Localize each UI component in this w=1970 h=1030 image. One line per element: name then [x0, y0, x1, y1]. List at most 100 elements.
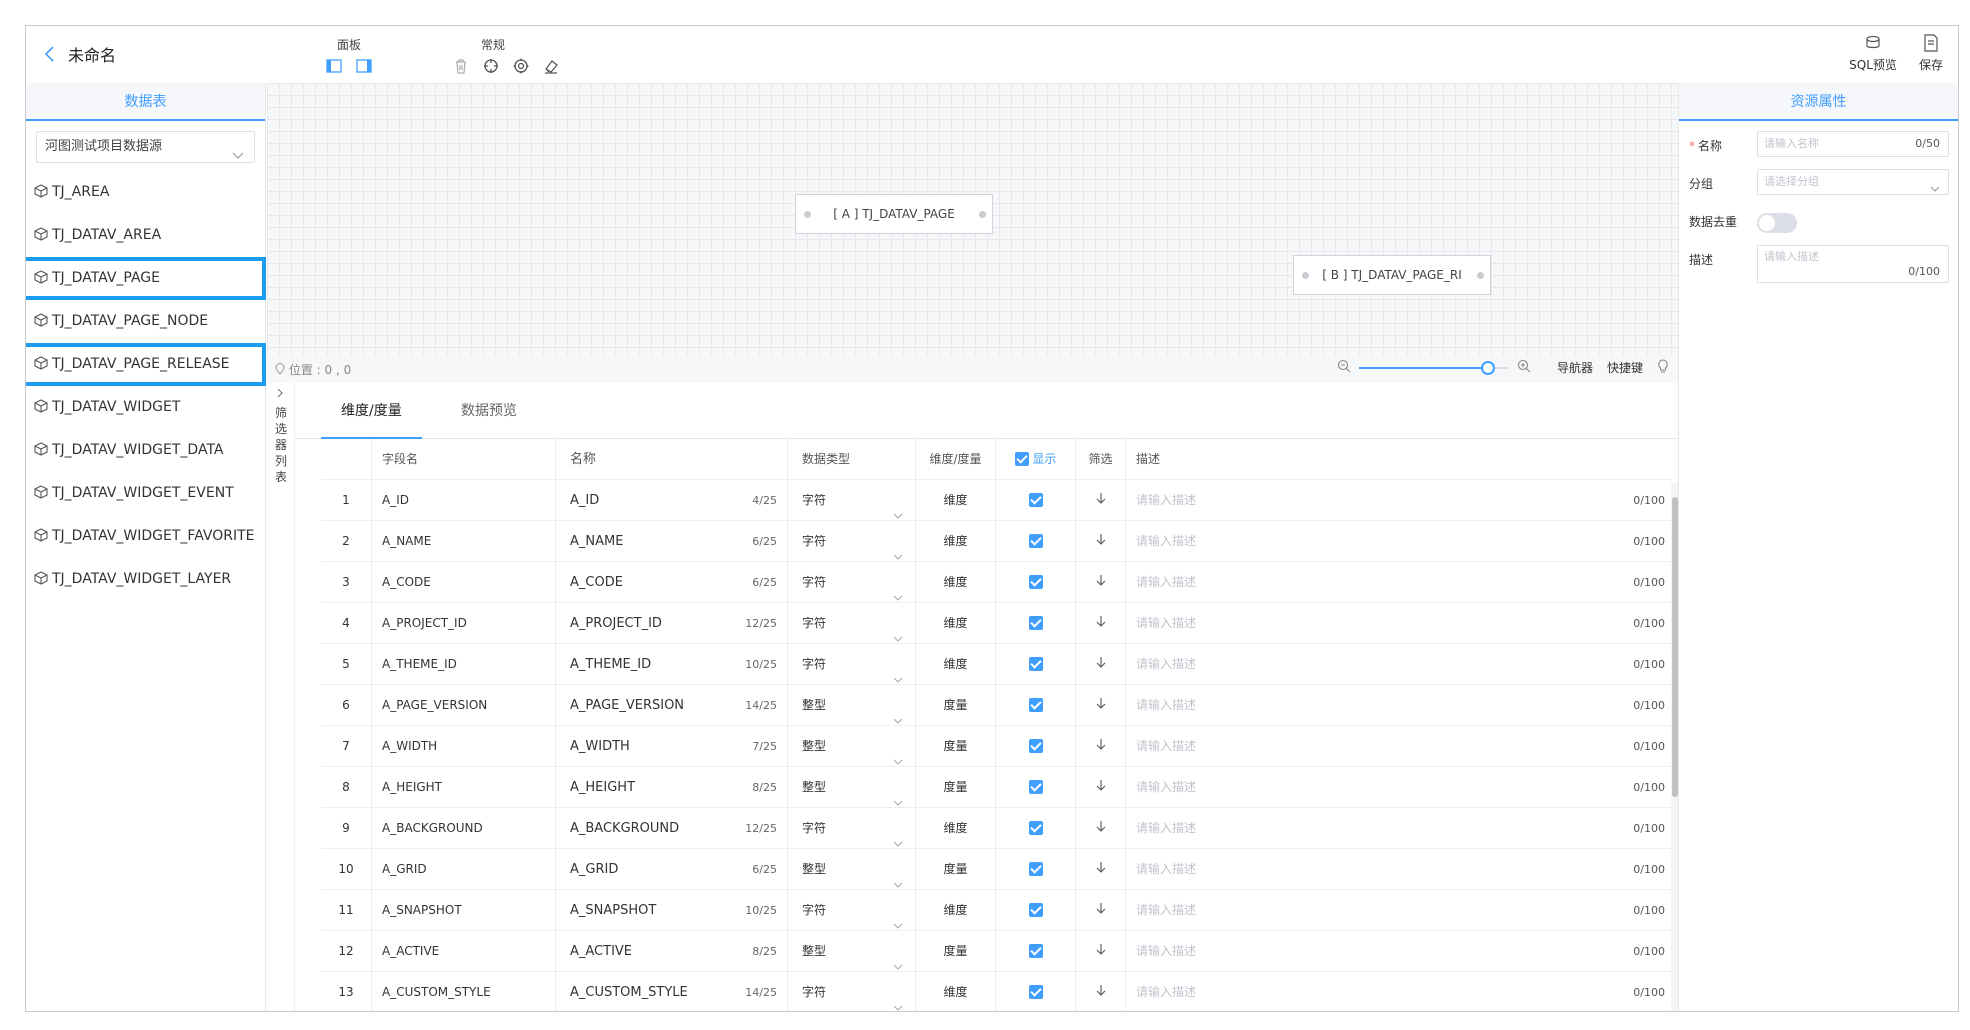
focus-target-icon[interactable] — [511, 56, 531, 76]
show-checkbox[interactable] — [1028, 739, 1043, 753]
name-input-cell[interactable]: A_ACTIVE 8/25 — [555, 931, 787, 972]
name-input-cell[interactable]: A_CODE 6/25 — [555, 562, 787, 603]
arrow-down-icon[interactable] — [1096, 534, 1106, 548]
arrow-down-icon[interactable] — [1096, 780, 1106, 794]
show-checkbox[interactable] — [1028, 903, 1043, 917]
show-column-header[interactable]: 显示 — [995, 439, 1075, 480]
dimension-measure-cell[interactable]: 维度 — [915, 972, 995, 1011]
dimension-measure-cell[interactable]: 度量 — [915, 767, 995, 808]
name-input-cell[interactable]: A_PAGE_VERSION 14/25 — [555, 685, 787, 726]
data-type-select[interactable]: 字符 — [787, 644, 915, 685]
data-type-select[interactable]: 整型 — [787, 849, 915, 890]
save-button[interactable]: 保存 — [1902, 34, 1958, 73]
show-all-checkbox[interactable] — [1014, 452, 1029, 466]
description-input[interactable]: 请输入描述 0/100 — [1125, 480, 1673, 521]
show-checkbox[interactable] — [1028, 862, 1043, 876]
right-panel-toggle-icon[interactable] — [354, 56, 374, 76]
name-input-cell[interactable]: A_ID 4/25 — [555, 480, 787, 521]
zoom-in-icon[interactable] — [1517, 359, 1531, 376]
arrow-down-icon[interactable] — [1096, 944, 1106, 958]
show-checkbox[interactable] — [1028, 657, 1043, 671]
dimension-measure-cell[interactable]: 维度 — [915, 562, 995, 603]
group-select[interactable]: 请选择分组 — [1757, 169, 1949, 195]
dedup-toggle[interactable] — [1757, 213, 1797, 233]
dimension-measure-cell[interactable]: 度量 — [915, 685, 995, 726]
filter-list-toggle[interactable]: 筛选器列表 — [267, 383, 295, 1011]
arrow-down-icon[interactable] — [1096, 575, 1106, 589]
name-input-cell[interactable]: A_WIDTH 7/25 — [555, 726, 787, 767]
node-right-port[interactable] — [979, 211, 986, 218]
navigator-button[interactable]: 导航器 — [1557, 359, 1593, 376]
description-input[interactable]: 请输入描述 0/100 — [1125, 972, 1673, 1011]
show-checkbox[interactable] — [1028, 985, 1043, 999]
arrow-down-icon[interactable] — [1096, 862, 1106, 876]
shortcut-button[interactable]: 快捷键 — [1607, 359, 1643, 376]
description-input[interactable]: 请输入描述 0/100 — [1125, 521, 1673, 562]
tab-dimension-measure[interactable]: 维度/度量 — [321, 383, 422, 439]
table-list-item[interactable]: TJ_DATAV_WIDGET_FAVORITE — [26, 515, 265, 558]
zoom-out-icon[interactable] — [1337, 359, 1351, 376]
description-input[interactable]: 请输入描述 0/100 — [1125, 562, 1673, 603]
arrow-down-icon[interactable] — [1096, 821, 1106, 835]
show-checkbox[interactable] — [1028, 534, 1043, 548]
lightbulb-icon[interactable] — [1657, 359, 1669, 376]
tab-data-preview[interactable]: 数据预览 — [441, 383, 537, 439]
data-type-select[interactable]: 字符 — [787, 562, 915, 603]
arrow-down-icon[interactable] — [1096, 698, 1106, 712]
canvas-node-b[interactable]: [ B ] TJ_DATAV_PAGE_RI — [1293, 255, 1491, 295]
data-type-select[interactable]: 整型 — [787, 685, 915, 726]
arrow-down-icon[interactable] — [1096, 739, 1106, 753]
dimension-measure-cell[interactable]: 度量 — [915, 726, 995, 767]
data-type-select[interactable]: 整型 — [787, 767, 915, 808]
name-input-cell[interactable]: A_GRID 6/25 — [555, 849, 787, 890]
table-list-item[interactable]: TJ_DATAV_AREA — [26, 214, 265, 257]
data-type-select[interactable]: 字符 — [787, 603, 915, 644]
name-input-cell[interactable]: A_CUSTOM_STYLE 14/25 — [555, 972, 787, 1011]
desc-textarea[interactable]: 请输入描述 0/100 — [1757, 245, 1949, 283]
datasource-select[interactable]: 河图测试项目数据源 — [36, 131, 255, 163]
arrow-down-icon[interactable] — [1096, 985, 1106, 999]
description-input[interactable]: 请输入描述 0/100 — [1125, 726, 1673, 767]
description-input[interactable]: 请输入描述 0/100 — [1125, 849, 1673, 890]
show-checkbox[interactable] — [1028, 616, 1043, 630]
description-input[interactable]: 请输入描述 0/100 — [1125, 931, 1673, 972]
name-input[interactable]: 请输入名称 0/50 — [1757, 131, 1949, 157]
description-input[interactable]: 请输入描述 0/100 — [1125, 767, 1673, 808]
show-checkbox[interactable] — [1028, 698, 1043, 712]
dimension-measure-cell[interactable]: 维度 — [915, 808, 995, 849]
left-panel-toggle-icon[interactable] — [324, 56, 344, 76]
show-checkbox[interactable] — [1028, 493, 1043, 507]
dimension-measure-cell[interactable]: 度量 — [915, 849, 995, 890]
data-type-select[interactable]: 整型 — [787, 931, 915, 972]
dimension-measure-cell[interactable]: 度量 — [915, 931, 995, 972]
data-type-select[interactable]: 整型 — [787, 726, 915, 767]
description-input[interactable]: 请输入描述 0/100 — [1125, 890, 1673, 931]
show-checkbox[interactable] — [1028, 821, 1043, 835]
node-left-port[interactable] — [1302, 272, 1309, 279]
description-input[interactable]: 请输入描述 0/100 — [1125, 685, 1673, 726]
name-input-cell[interactable]: A_HEIGHT 8/25 — [555, 767, 787, 808]
dimension-measure-cell[interactable]: 维度 — [915, 644, 995, 685]
name-input-cell[interactable]: A_BACKGROUND 12/25 — [555, 808, 787, 849]
data-type-select[interactable]: 字符 — [787, 808, 915, 849]
arrow-down-icon[interactable] — [1096, 616, 1106, 630]
data-type-select[interactable]: 字符 — [787, 890, 915, 931]
table-list-item[interactable]: TJ_AREA — [26, 171, 265, 214]
data-type-select[interactable]: 字符 — [787, 521, 915, 562]
table-list-item[interactable]: TJ_DATAV_WIDGET — [26, 386, 265, 429]
dimension-measure-cell[interactable]: 维度 — [915, 890, 995, 931]
clear-format-icon[interactable] — [541, 56, 561, 76]
table-list-item[interactable]: TJ_DATAV_WIDGET_DATA — [26, 429, 265, 472]
description-input[interactable]: 请输入描述 0/100 — [1125, 808, 1673, 849]
show-checkbox[interactable] — [1028, 575, 1043, 589]
description-input[interactable]: 请输入描述 0/100 — [1125, 603, 1673, 644]
table-list-item[interactable]: TJ_DATAV_WIDGET_EVENT — [26, 472, 265, 515]
table-list-item[interactable]: TJ_DATAV_PAGE_RELEASE — [26, 343, 266, 386]
sql-preview-button[interactable]: SQL预览 — [1844, 34, 1902, 73]
delete-icon[interactable] — [451, 56, 471, 76]
show-checkbox[interactable] — [1028, 780, 1043, 794]
node-left-port[interactable] — [804, 211, 811, 218]
dimension-measure-cell[interactable]: 维度 — [915, 480, 995, 521]
table-list-item[interactable]: TJ_DATAV_PAGE_NODE — [26, 300, 265, 343]
canvas-node-a[interactable]: [ A ] TJ_DATAV_PAGE — [795, 194, 993, 234]
